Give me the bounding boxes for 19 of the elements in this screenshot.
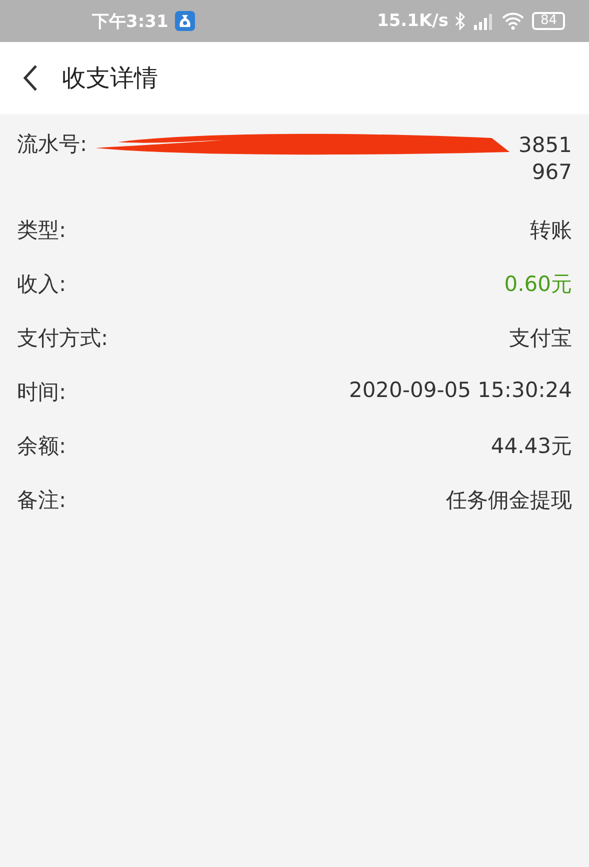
field-value: 支付宝 [509,325,572,352]
field-value: 转账 [530,217,572,244]
field-value: 0.60元 [504,271,572,298]
field-label: 时间: [17,379,66,406]
field-label: 余额: [17,433,66,460]
network-speed: 15.1K/s [377,11,448,31]
field-value: 2020-09-05 15:30:24 [348,378,572,402]
serial-number: 3851 [518,133,572,157]
status-time: 下午3:31 [92,10,168,32]
field-value: 44.43元 [490,433,572,460]
field-label: 流水号: [17,131,88,158]
field-label: 备注: [17,487,66,514]
field-label: 收入: [17,271,66,298]
battery-icon: 84 [532,12,565,30]
page-title: 收支详情 [62,63,158,94]
field-value: 任务佣金提现 [446,487,572,514]
serial-number: 967 [532,160,572,184]
field-label: 类型: [17,217,66,244]
field-label: 支付方式: [17,325,108,352]
